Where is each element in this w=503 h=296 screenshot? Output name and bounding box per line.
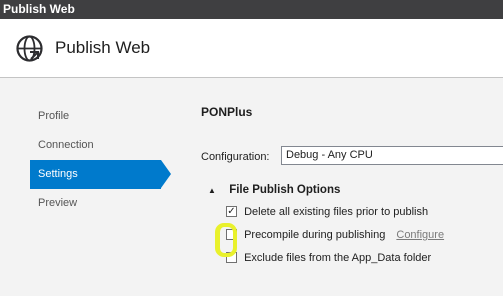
option-exclude-app-data: Exclude files from the App_Data folder xyxy=(226,251,431,267)
delete-existing-checkbox[interactable]: ✓ xyxy=(226,205,237,217)
configure-link[interactable]: Configure xyxy=(396,229,444,241)
option-label: Exclude files from the App_Data folder xyxy=(244,252,432,264)
option-label: Precompile during publishing xyxy=(244,229,386,241)
nav-item-label: Settings xyxy=(38,168,78,180)
globe-arrow-icon xyxy=(16,35,43,62)
configuration-value: Debug - Any CPU xyxy=(286,149,373,161)
nav-item-label: Connection xyxy=(38,139,94,151)
nav-item-connection[interactable]: Connection xyxy=(30,131,163,160)
page-title: Publish Web xyxy=(55,38,151,57)
header: Publish Web xyxy=(0,19,503,78)
collapse-icon[interactable]: ▲ xyxy=(208,186,218,195)
wizard-nav: Profile Connection Settings Preview xyxy=(30,102,171,218)
file-publish-options-header[interactable]: ▲ File Publish Options xyxy=(208,184,340,196)
nav-item-label: Preview xyxy=(38,197,78,209)
section-title: File Publish Options xyxy=(229,184,341,196)
highlight-annotation xyxy=(215,223,237,257)
nav-item-preview[interactable]: Preview xyxy=(30,189,163,218)
configuration-select[interactable]: Debug - Any CPU xyxy=(281,146,503,165)
nav-item-label: Profile xyxy=(38,110,70,122)
configuration-label: Configuration: xyxy=(201,151,270,163)
title-bar: Publish Web xyxy=(0,0,503,19)
nav-item-settings[interactable]: Settings xyxy=(30,160,171,189)
profile-name: PONPlus xyxy=(201,105,253,119)
option-precompile: Precompile during publishing Configure xyxy=(226,228,444,244)
option-delete-existing: ✓ Delete all existing files prior to pub… xyxy=(226,205,428,221)
option-label: Delete all existing files prior to publi… xyxy=(244,206,429,218)
window-title: Publish Web xyxy=(3,2,75,16)
nav-item-profile[interactable]: Profile xyxy=(30,102,163,131)
